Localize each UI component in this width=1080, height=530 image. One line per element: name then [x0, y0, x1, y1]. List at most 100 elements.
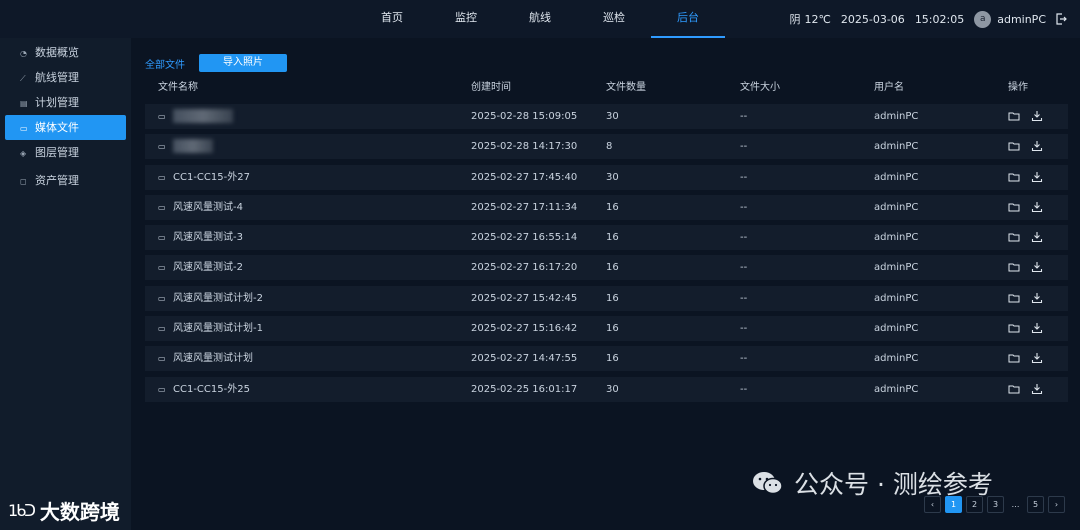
actions-cell [1008, 134, 1054, 159]
main-nav: 首页 监控 航线 巡检 后台 [355, 0, 725, 38]
file-count-cell: 16 [606, 262, 619, 274]
header-actions: 操作 [1008, 82, 1028, 93]
sidebar-item-media-files[interactable]: ▭ 媒体文件 [5, 115, 126, 140]
file-count-cell: 16 [606, 353, 619, 365]
toolbar: 全部文件 导入照片 [145, 54, 287, 72]
table-row[interactable]: ▭ CC1-CC15-外25 2025-02-25 16:01:17 30 -- … [145, 376, 1068, 402]
open-folder-icon[interactable] [1008, 352, 1020, 364]
sidebar-item-label: 图层管理 [35, 146, 79, 159]
open-folder-icon[interactable] [1008, 292, 1020, 304]
open-folder-icon[interactable] [1008, 171, 1020, 183]
redacted-file-name [173, 139, 213, 154]
logo-text: 大数跨境 [39, 500, 120, 524]
username-cell: adminPC [874, 232, 919, 244]
avatar[interactable]: a [974, 10, 992, 28]
file-table: ▭ 2025-02-28 15:09:05 30 -- adminPC ▭ 20… [145, 104, 1068, 407]
import-photos-button[interactable]: 导入照片 [199, 54, 287, 72]
created-time-cell: 2025-02-27 14:47:55 [471, 353, 578, 365]
file-name-text: CC1-CC15-外25 [173, 383, 250, 395]
download-icon[interactable] [1031, 261, 1043, 273]
download-icon[interactable] [1031, 171, 1043, 183]
file-name-cell[interactable]: ▭ 风速风量测试计划-1 [158, 316, 263, 341]
download-icon[interactable] [1031, 231, 1043, 243]
download-icon[interactable] [1031, 110, 1043, 122]
username-cell: adminPC [874, 262, 919, 274]
open-folder-icon[interactable] [1008, 322, 1020, 334]
sidebar-item-layer-management[interactable]: ◈ 图层管理 [5, 140, 126, 165]
logout-icon[interactable] [1054, 12, 1068, 26]
temperature-text: 12℃ [804, 12, 831, 26]
table-row[interactable]: ▭ 风速风量测试计划-2 2025-02-27 15:42:45 16 -- ad… [145, 285, 1068, 311]
download-icon[interactable] [1031, 140, 1043, 152]
username-cell: adminPC [874, 292, 919, 304]
created-time-cell: 2025-02-27 15:16:42 [471, 323, 578, 335]
sidebar: ◔ 数据概览 ⟋ 航线管理 ▤ 计划管理 ▭ 媒体文件 ◈ 图层管理 ◻ 资产管理 [0, 38, 131, 530]
open-folder-icon[interactable] [1008, 383, 1020, 395]
file-name-cell[interactable]: ▭ [158, 134, 213, 159]
download-icon[interactable] [1031, 352, 1043, 364]
nav-monitor[interactable]: 监控 [429, 0, 503, 38]
watermark: 公众号 · 测绘参考 [752, 465, 993, 501]
nav-route[interactable]: 航线 [503, 0, 577, 38]
username-cell: adminPC [874, 353, 919, 365]
open-folder-icon[interactable] [1008, 140, 1020, 152]
nav-backend[interactable]: 后台 [651, 0, 725, 38]
file-name-cell[interactable]: ▭ 风速风量测试-3 [158, 225, 243, 250]
actions-cell [1008, 225, 1054, 250]
table-row[interactable]: ▭ 风速风量测试-3 2025-02-27 16:55:14 16 -- admi… [145, 225, 1068, 251]
sidebar-item-asset-management[interactable]: ◻ 资产管理 [5, 168, 126, 193]
table-row[interactable]: ▭ 2025-02-28 14:17:30 8 -- adminPC [145, 134, 1068, 160]
open-folder-icon[interactable] [1008, 110, 1020, 122]
folder-icon: ▭ [158, 142, 166, 152]
file-name-cell[interactable]: ▭ 风速风量测试计划 [158, 346, 253, 371]
sidebar-item-plan-management[interactable]: ▤ 计划管理 [5, 90, 126, 115]
open-folder-icon[interactable] [1008, 231, 1020, 243]
table-row[interactable]: ▭ 风速风量测试计划-1 2025-02-27 15:16:42 16 -- ad… [145, 316, 1068, 342]
nav-home[interactable]: 首页 [355, 0, 429, 38]
wechat-icon [753, 472, 783, 495]
page-button[interactable]: 5 [1027, 496, 1044, 513]
sidebar-item-label: 媒体文件 [35, 121, 79, 134]
file-name-cell[interactable]: ▭ 风速风量测试-4 [158, 195, 243, 220]
file-count-cell: 16 [606, 292, 619, 304]
open-folder-icon[interactable] [1008, 261, 1020, 273]
sidebar-item-data-overview[interactable]: ◔ 数据概览 [5, 40, 126, 65]
header-file-count: 文件数量 [606, 82, 646, 93]
file-name-cell[interactable]: ▭ 风速风量测试计划-2 [158, 286, 263, 311]
table-row[interactable]: ▭ 2025-02-28 15:09:05 30 -- adminPC [145, 104, 1068, 129]
table-row[interactable]: ▭ CC1-CC15-外27 2025-02-27 17:45:40 30 -- … [145, 164, 1068, 190]
username-cell: adminPC [874, 111, 919, 122]
file-name-cell[interactable]: ▭ 风速风量测试-2 [158, 255, 243, 280]
actions-cell [1008, 346, 1054, 371]
nav-inspection[interactable]: 巡检 [577, 0, 651, 38]
brand-logo: 1ᑲᑐ 大数跨境 [8, 496, 120, 525]
download-icon[interactable] [1031, 383, 1043, 395]
actions-cell [1008, 165, 1054, 190]
file-size-cell: -- [740, 262, 748, 274]
route-icon: ⟋ [20, 74, 26, 83]
file-size-cell: -- [740, 383, 748, 395]
logo-mark-icon: 1ᑲᑐ [8, 501, 36, 520]
file-name-cell[interactable]: ▭ [158, 104, 233, 129]
username-cell: adminPC [874, 323, 919, 335]
table-row[interactable]: ▭ 风速风量测试计划 2025-02-27 14:47:55 16 -- admi… [145, 346, 1068, 372]
download-icon[interactable] [1031, 201, 1043, 213]
watermark-text: 公众号 · 测绘参考 [794, 470, 993, 499]
download-icon[interactable] [1031, 322, 1043, 334]
sidebar-item-route-management[interactable]: ⟋ 航线管理 [5, 65, 126, 90]
download-icon[interactable] [1031, 292, 1043, 304]
folder-icon: ▭ [158, 112, 166, 121]
all-files-link[interactable]: 全部文件 [145, 56, 185, 71]
file-name-text: 风速风量测试计划-1 [173, 323, 263, 335]
file-count-cell: 30 [606, 383, 619, 395]
table-header: 文件名称 创建时间 文件数量 文件大小 用户名 操作 [145, 78, 1068, 98]
file-size-cell: -- [740, 201, 748, 213]
username-text[interactable]: adminPC [997, 13, 1046, 26]
header-username: 用户名 [874, 82, 904, 93]
file-name-cell[interactable]: ▭ CC1-CC15-外27 [158, 165, 250, 190]
table-row[interactable]: ▭ 风速风量测试-2 2025-02-27 16:17:20 16 -- admi… [145, 255, 1068, 281]
next-page-button[interactable]: › [1048, 496, 1065, 513]
table-row[interactable]: ▭ 风速风量测试-4 2025-02-27 17:11:34 16 -- admi… [145, 194, 1068, 220]
file-name-cell[interactable]: ▭ CC1-CC15-外25 [158, 377, 250, 402]
open-folder-icon[interactable] [1008, 201, 1020, 213]
